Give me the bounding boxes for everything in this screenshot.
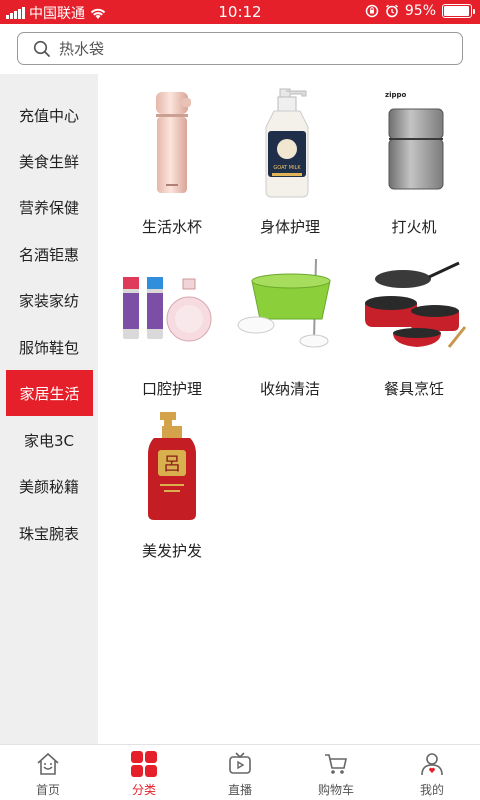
- sidebar-item-label: 充值中心: [18, 106, 79, 125]
- product-label: 打火机: [391, 218, 437, 236]
- product-label: 口腔护理: [141, 380, 202, 398]
- product-label: 生活水杯: [141, 218, 202, 236]
- sidebar-item-apparel[interactable]: 服饰鞋包: [0, 324, 98, 370]
- tab-label: 分类: [131, 783, 156, 797]
- thermos-cup-image: [110, 84, 234, 202]
- product-lighter[interactable]: zippo 打火机: [352, 84, 476, 244]
- alarm-icon: [385, 4, 398, 18]
- status-bar: 中国联通 10:12 95%: [0, 0, 480, 24]
- sidebar-item-home-textiles[interactable]: 家装家纺: [0, 277, 98, 323]
- cart-icon: [322, 750, 350, 778]
- product-cup[interactable]: 生活水杯: [110, 84, 234, 244]
- tab-home[interactable]: 首页: [0, 745, 96, 800]
- subcategory-grid: 生活水杯 GOAT MILK 身体护理 zippo 打火机 口腔护理 收纳清洁 …: [98, 74, 480, 744]
- sidebar-item-recharge[interactable]: 充值中心: [0, 92, 98, 138]
- sidebar-item-food[interactable]: 美食生鲜: [0, 138, 98, 184]
- rotation-lock-icon: [365, 4, 379, 18]
- product-label: 美发护发: [141, 542, 202, 560]
- sidebar-item-beauty[interactable]: 美颜秘籍: [0, 463, 98, 509]
- tab-category[interactable]: 分类: [96, 745, 192, 800]
- home-icon: [34, 750, 62, 778]
- search-input[interactable]: [59, 39, 439, 58]
- sidebar-item-home-living[interactable]: 家居生活: [6, 370, 93, 416]
- battery-fill: [444, 6, 469, 16]
- cookware-image: [352, 246, 476, 364]
- search-bar: [0, 24, 480, 74]
- tv-icon: [226, 750, 254, 778]
- lighter-image: zippo: [352, 84, 476, 202]
- tab-label: 直播: [227, 783, 252, 797]
- battery-icon: [442, 4, 475, 18]
- sidebar-item-label: 家电3C: [23, 431, 75, 450]
- product-label: 餐具烹饪: [383, 380, 444, 398]
- status-right: 95%: [365, 3, 475, 19]
- mop-bucket-image: [228, 246, 352, 364]
- tab-label: 我的: [419, 783, 444, 797]
- lotion-brand-text: GOAT MILK: [273, 165, 301, 171]
- category-grid-icon: [130, 750, 158, 778]
- battery-percent: 95%: [404, 3, 436, 19]
- sidebar-item-label: 家居生活: [19, 384, 80, 403]
- shampoo-bottle-image: 呂: [110, 408, 234, 526]
- tab-label: 购物车: [317, 783, 354, 797]
- shampoo-brand-text: 呂: [163, 454, 181, 475]
- tab-mine[interactable]: 我的: [384, 745, 480, 800]
- product-oral-care[interactable]: 口腔护理: [110, 246, 234, 406]
- search-icon: [33, 40, 50, 57]
- tab-live[interactable]: 直播: [192, 745, 288, 800]
- category-sidebar: 充值中心 美食生鲜 营养保健 名酒钜惠 家装家纺 服饰鞋包 家居生活 家电3C …: [0, 74, 98, 744]
- user-icon: [418, 750, 446, 778]
- sidebar-item-health[interactable]: 营养保健: [0, 184, 98, 230]
- lighter-brand-text: zippo: [385, 91, 406, 99]
- tab-cart[interactable]: 购物车: [288, 745, 384, 800]
- sidebar-item-label: 珠宝腕表: [18, 524, 79, 543]
- tab-label: 首页: [35, 783, 60, 797]
- bottom-tab-bar: 首页 分类 直播 购物车 我的: [0, 744, 480, 800]
- search-box[interactable]: [17, 32, 463, 65]
- sidebar-item-jewelry[interactable]: 珠宝腕表: [0, 510, 98, 556]
- sidebar-item-label: 家装家纺: [18, 291, 79, 310]
- sidebar-item-label: 美食生鲜: [18, 152, 79, 171]
- product-label: 收纳清洁: [259, 380, 320, 398]
- product-cookware[interactable]: 餐具烹饪: [352, 246, 476, 406]
- product-label: 身体护理: [259, 218, 320, 236]
- sidebar-item-liquor[interactable]: 名酒钜惠: [0, 231, 98, 277]
- sidebar-item-label: 名酒钜惠: [18, 245, 79, 264]
- product-hair-care[interactable]: 呂 美发护发: [110, 408, 234, 568]
- mouth-spray-image: [110, 246, 234, 364]
- product-body-care[interactable]: GOAT MILK 身体护理: [228, 84, 352, 244]
- sidebar-item-label: 服饰鞋包: [18, 338, 79, 357]
- product-storage-cleaning[interactable]: 收纳清洁: [228, 246, 352, 406]
- sidebar-item-label: 美颜秘籍: [18, 477, 79, 496]
- lotion-bottle-image: GOAT MILK: [228, 84, 352, 202]
- sidebar-item-label: 营养保健: [18, 198, 79, 217]
- sidebar-item-appliances[interactable]: 家电3C: [0, 417, 98, 463]
